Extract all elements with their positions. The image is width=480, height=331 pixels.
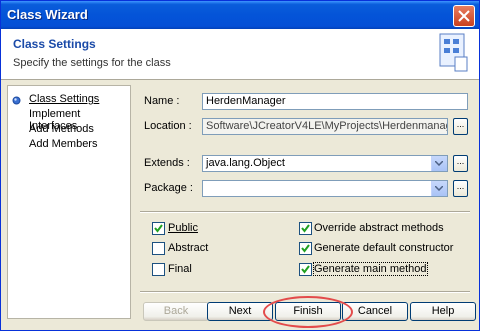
package-label: Package : [144, 182, 193, 194]
extends-dropdown-button[interactable] [431, 156, 447, 171]
divider-bottom [140, 291, 470, 293]
current-step-bullet-icon [12, 96, 21, 105]
extends-browse-button[interactable]: ... [453, 155, 468, 172]
extends-combo[interactable]: java.lang.Object [202, 155, 448, 172]
location-label: Location : [144, 120, 192, 132]
override-abstract-checkbox[interactable] [299, 222, 312, 235]
checkmark-icon [154, 224, 163, 233]
title-bar[interactable]: Class Wizard [1, 1, 479, 29]
final-checkbox[interactable] [152, 263, 165, 276]
divider-top [140, 211, 470, 213]
header-subtitle: Specify the settings for the class [13, 57, 171, 69]
close-button[interactable] [453, 5, 475, 27]
class-diagram-icon [439, 33, 468, 72]
package-combo[interactable] [202, 180, 448, 197]
checkmark-icon [301, 265, 310, 274]
help-button[interactable]: Help [410, 302, 476, 321]
checkmark-icon [301, 224, 310, 233]
package-dropdown-button[interactable] [431, 181, 447, 196]
abstract-checkbox[interactable] [152, 242, 165, 255]
name-field[interactable]: HerdenManager [202, 93, 468, 110]
location-field[interactable]: Software\JCreatorV4LE\MyProjects\Herdenm… [202, 118, 448, 135]
main-method-checkbox[interactable] [299, 263, 312, 276]
settings-panel: Name : HerdenManager Location : Software… [136, 85, 477, 317]
wizard-header: Class Settings Specify the settings for … [1, 29, 479, 80]
override-abstract-label[interactable]: Override abstract methods [314, 222, 444, 234]
step-class-settings[interactable]: Class Settings [29, 93, 99, 105]
extends-value: java.lang.Object [206, 157, 285, 169]
default-constructor-checkbox[interactable] [299, 242, 312, 255]
window-title: Class Wizard [7, 7, 88, 22]
header-title: Class Settings [13, 37, 96, 51]
chevron-down-icon [435, 161, 443, 166]
close-icon [458, 10, 470, 22]
extends-label: Extends : [144, 157, 190, 169]
main-method-label[interactable]: Generate main method [313, 262, 428, 276]
abstract-label[interactable]: Abstract [168, 242, 208, 254]
default-constructor-label[interactable]: Generate default constructor [314, 242, 453, 254]
class-wizard-window: Class Wizard Class Settings Specify the … [0, 0, 480, 331]
step-list: Class Settings Implement Interfaces Add … [7, 85, 131, 319]
step-add-members[interactable]: Add Members [29, 138, 97, 150]
chevron-down-icon [435, 186, 443, 191]
finish-highlight-annotation [263, 296, 353, 328]
public-label[interactable]: Public [168, 222, 198, 234]
checkmark-icon [301, 244, 310, 253]
step-add-methods[interactable]: Add Methods [29, 123, 94, 135]
location-browse-button[interactable]: ... [453, 118, 468, 135]
name-label: Name : [144, 95, 180, 107]
final-label[interactable]: Final [168, 263, 192, 275]
package-browse-button[interactable]: ... [453, 180, 468, 197]
public-checkbox[interactable] [152, 222, 165, 235]
back-button[interactable]: Back [143, 302, 209, 321]
